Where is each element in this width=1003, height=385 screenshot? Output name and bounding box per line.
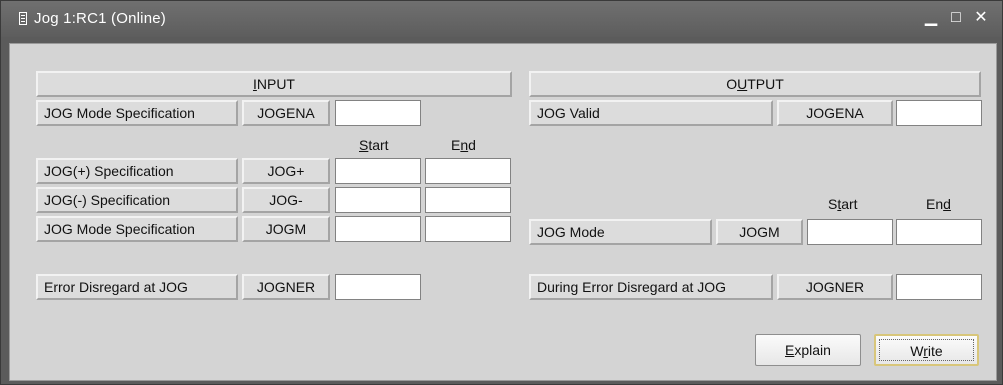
input-jog-plus-label: JOG(+) Specification [36, 158, 238, 184]
output-jogner-field[interactable] [896, 274, 982, 300]
output-jogena-code: JOGENA [777, 100, 893, 126]
input-jogena-field[interactable] [335, 100, 421, 126]
document-icon [19, 12, 27, 25]
window-title: Jog 1:RC1 (Online) [34, 10, 166, 27]
output-header-mnemonic: U [737, 76, 748, 92]
input-jogena-code: JOGENA [242, 100, 330, 126]
input-header-text-post: NPUT [256, 76, 295, 92]
input-jog-minus-start-field[interactable] [335, 187, 421, 213]
input-jog-minus-end-field[interactable] [425, 187, 511, 213]
input-header: INPUT [36, 71, 512, 97]
output-start-label: Start [828, 196, 858, 212]
input-jogner-code: JOGNER [242, 274, 330, 300]
output-end-label: End [926, 196, 951, 212]
close-icon[interactable]: ✕ [971, 8, 991, 28]
input-jogm-start-field[interactable] [335, 216, 421, 242]
input-end-label: End [451, 137, 476, 153]
input-jog-plus-code: JOG+ [242, 158, 330, 184]
input-jogm-end-field[interactable] [425, 216, 511, 242]
input-jogm-code: JOGM [242, 216, 330, 242]
jog-window: Jog 1:RC1 (Online) ▁ □ ✕ INPUT JOG Mode … [0, 0, 1003, 385]
maximize-icon[interactable]: □ [946, 8, 966, 28]
output-jogner-label: During Error Disregard at JOG [529, 274, 773, 300]
output-header: OUTPUT [529, 71, 981, 97]
output-jogm-code: JOGM [716, 219, 803, 245]
minimize-icon[interactable]: ▁ [921, 8, 941, 28]
input-jog-plus-start-field[interactable] [335, 158, 421, 184]
output-header-text-pre: O [726, 76, 738, 92]
write-button[interactable]: Write [874, 334, 979, 366]
output-jogm-label: JOG Mode [529, 219, 712, 245]
input-jog-minus-label: JOG(-) Specification [36, 187, 238, 213]
input-jogm-label: JOG Mode Specification [36, 216, 238, 242]
output-jogena-field[interactable] [896, 100, 982, 126]
input-jogner-field[interactable] [335, 274, 421, 300]
output-jogena-label: JOG Valid [529, 100, 773, 126]
output-header-text-post: TPUT [747, 76, 784, 92]
output-jogm-end-field[interactable] [896, 219, 982, 245]
input-jog-plus-end-field[interactable] [425, 158, 511, 184]
input-jogner-label: Error Disregard at JOG [36, 274, 238, 300]
output-jogner-code: JOGNER [777, 274, 893, 300]
title-bar[interactable]: Jog 1:RC1 (Online) ▁ □ ✕ [1, 1, 1002, 37]
client-area: INPUT JOG Mode Specification JOGENA Star… [9, 43, 997, 381]
input-jogena-label: JOG Mode Specification [36, 100, 238, 126]
input-jog-minus-code: JOG- [242, 187, 330, 213]
input-start-label: Start [359, 137, 389, 153]
output-jogm-start-field[interactable] [807, 219, 893, 245]
explain-button[interactable]: Explain [755, 334, 861, 366]
